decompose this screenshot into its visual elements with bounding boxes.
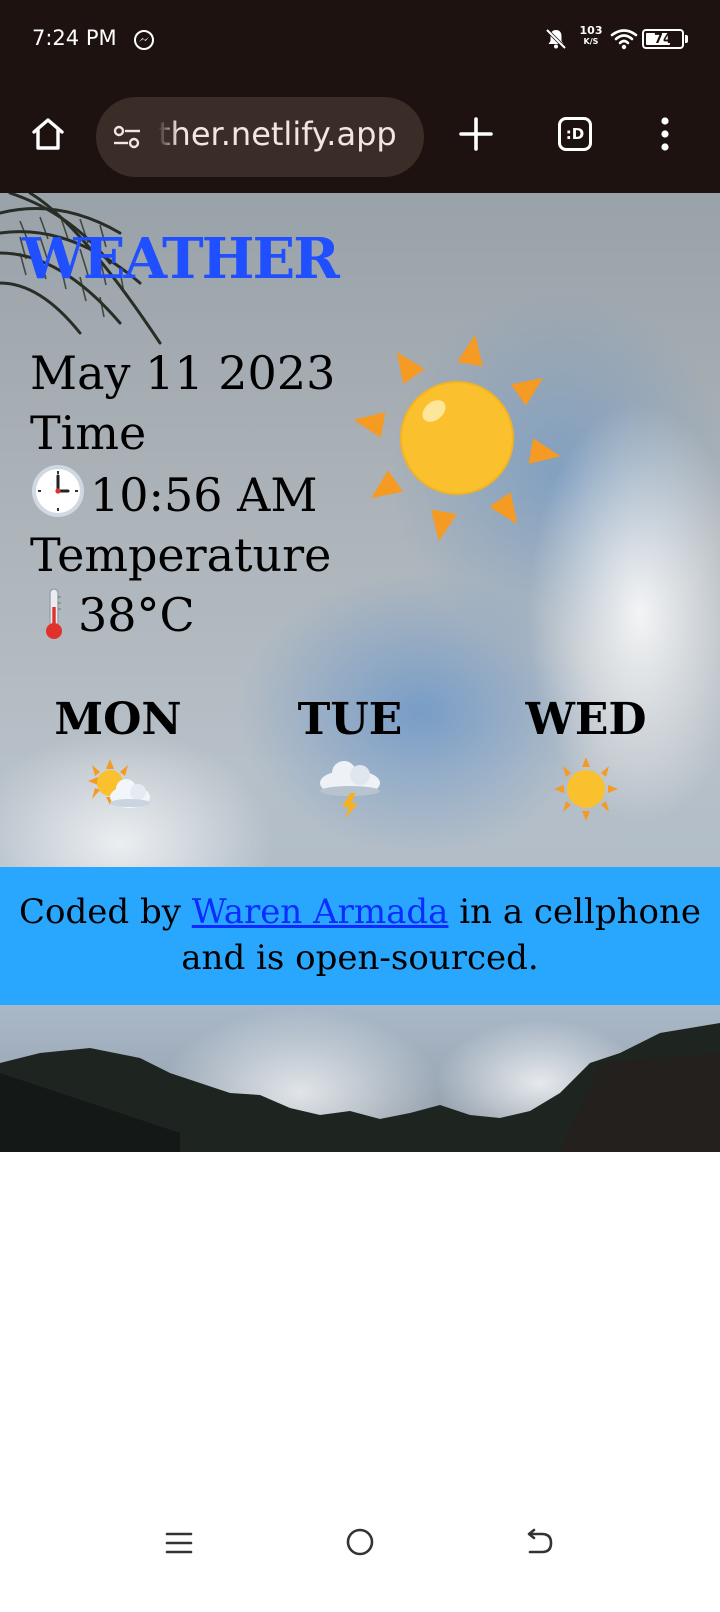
thermometer-icon bbox=[46, 588, 62, 639]
time-row: 10:56 AM bbox=[30, 463, 335, 525]
forecast-day: TUE bbox=[260, 695, 440, 821]
circle-home-icon[interactable] bbox=[345, 1526, 375, 1558]
tabs-icon[interactable]: :D bbox=[558, 117, 592, 151]
sun-behind-cloud-icon bbox=[88, 759, 150, 808]
forecast-day: WED bbox=[496, 695, 676, 821]
battery-percent: 74 bbox=[653, 31, 673, 47]
time-label: Time bbox=[30, 406, 147, 460]
forecast-day: MON bbox=[28, 695, 208, 821]
temperature-label: Temperature bbox=[30, 528, 332, 582]
sun-icon bbox=[554, 757, 618, 821]
footer-credit: Coded by Waren Armada in a cellphone and… bbox=[0, 867, 720, 1005]
battery-icon: 74 bbox=[642, 29, 684, 49]
site-settings-icon[interactable] bbox=[112, 123, 142, 151]
wifi-icon bbox=[610, 29, 638, 50]
network-speed: 103 K/S bbox=[578, 25, 604, 47]
current-weather-info: May 11 2023 Time 10:56 AM Temperature 38… bbox=[30, 343, 335, 645]
menu-icon[interactable] bbox=[164, 1528, 194, 1558]
author-link[interactable]: Waren Armada bbox=[192, 892, 449, 932]
back-icon[interactable] bbox=[524, 1528, 554, 1558]
forecast-day-name: WED bbox=[525, 694, 647, 745]
temperature-row: 38°C bbox=[30, 585, 335, 645]
forecast-day-name: MON bbox=[54, 694, 182, 745]
sun-icon bbox=[353, 334, 561, 542]
network-speed-unit: K/S bbox=[583, 37, 599, 46]
date-text: May 11 2023 bbox=[30, 346, 336, 400]
browser-toolbar: ther.netlify.app :D bbox=[0, 82, 720, 193]
status-bar: 7:24 PM 103 K/S 74 bbox=[0, 0, 720, 82]
cloud-lightning-icon bbox=[320, 761, 380, 819]
forecast-day-name: TUE bbox=[297, 694, 403, 745]
home-icon[interactable] bbox=[28, 114, 68, 154]
system-nav-bar bbox=[0, 1520, 720, 1612]
clock-icon bbox=[32, 465, 84, 517]
status-time: 7:24 PM bbox=[32, 26, 117, 50]
forecast-row: MON TUE WED bbox=[0, 695, 720, 825]
page-title: WEATHER bbox=[22, 226, 340, 292]
more-vert-icon[interactable] bbox=[655, 114, 675, 154]
temperature-value: 38°C bbox=[78, 588, 195, 642]
plus-icon[interactable] bbox=[456, 114, 496, 154]
weather-page: WEATHER May 11 2023 Time 10:56 AM Temper… bbox=[0, 193, 720, 1152]
bell-off-icon bbox=[545, 28, 567, 50]
footer-prefix: Coded by bbox=[19, 892, 192, 932]
battery-tip bbox=[685, 35, 688, 43]
url-text[interactable]: ther.netlify.app bbox=[158, 115, 397, 153]
treeline-decoration bbox=[0, 1023, 720, 1152]
time-value: 10:56 AM bbox=[90, 468, 318, 522]
messenger-icon bbox=[134, 30, 154, 50]
network-speed-value: 103 bbox=[579, 24, 603, 37]
url-bar[interactable]: ther.netlify.app bbox=[96, 97, 424, 177]
